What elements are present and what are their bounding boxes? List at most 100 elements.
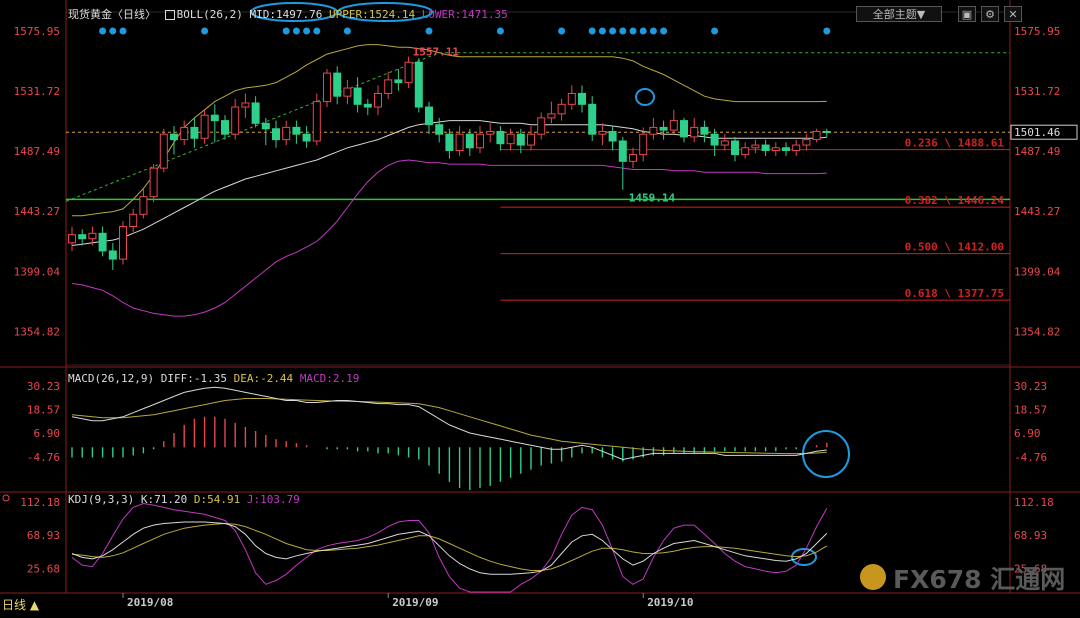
- candle-up: [149, 167, 158, 198]
- candle-up: [180, 126, 189, 141]
- candle-down: [221, 120, 229, 135]
- chart-stage: 1575.95 1575.95 1531.72 1531.72 1487.49 1487.…: [0, 0, 1080, 614]
- candle-up: [119, 226, 127, 260]
- x-axis-tick: 2019/09: [392, 596, 438, 609]
- kdj-j-line: [71, 502, 828, 593]
- price-axis-tick-left: 1354.82: [14, 325, 60, 338]
- kdj-axis-tick-left: 25.68: [27, 562, 60, 575]
- candle-up: [741, 147, 750, 156]
- candle-up: [312, 101, 321, 142]
- candle-up: [792, 144, 801, 151]
- candle-down: [496, 130, 505, 145]
- signal-dot: [201, 27, 209, 35]
- candle-down: [782, 147, 790, 151]
- instrument-name: 现货黄金: [68, 8, 112, 21]
- candle-down: [302, 133, 311, 142]
- signal-dot: [425, 27, 433, 35]
- kdj-k-line: [71, 521, 828, 575]
- signal-dot: [119, 27, 127, 35]
- candle-up: [159, 133, 168, 169]
- signal-dot: [639, 27, 647, 35]
- macd-dea: DEA:-2.44: [233, 372, 294, 385]
- macd-diff: DIFF:-1.35: [160, 372, 227, 385]
- theme-select-button[interactable]: 全部主题▼: [856, 6, 942, 22]
- candle-up: [323, 72, 331, 103]
- candle-down: [465, 133, 474, 149]
- restore-icon[interactable]: ▣: [958, 6, 976, 22]
- macd-axis-tick-right: -4.76: [1014, 451, 1047, 464]
- price-pane-frame: [65, 11, 1011, 366]
- candle-down: [731, 140, 739, 156]
- kdj-axis-tick-left: 68.93: [27, 529, 60, 542]
- current-price-label: 1501.46: [1014, 126, 1060, 139]
- candle-up: [720, 140, 729, 146]
- candle-up: [751, 144, 760, 149]
- candle-down: [445, 133, 454, 151]
- kdj-legend: KDJ(9,3,3) K:71.20 D:54.91 J:103.79: [68, 493, 300, 506]
- candle-down: [98, 232, 107, 252]
- candle-down: [292, 126, 301, 135]
- period-button[interactable]: 日线 ▲: [2, 596, 39, 613]
- signal-dot: [343, 27, 351, 35]
- candle-down: [333, 72, 342, 97]
- macd-dea-line: [71, 398, 827, 455]
- signal-dot: [99, 27, 107, 35]
- candle-down: [363, 103, 372, 108]
- chart-canvas: 1575.95 1575.95 1531.72 1531.72 1487.49 1487.…: [0, 0, 1080, 609]
- candle-up: [282, 126, 291, 141]
- pane-marker-icon: [2, 494, 10, 502]
- candle-up: [649, 126, 658, 135]
- candle-down: [425, 106, 433, 126]
- candle-down: [251, 102, 260, 124]
- candle-down: [210, 114, 219, 122]
- candle-up: [139, 196, 148, 215]
- signal-dot: [711, 27, 719, 35]
- close-icon[interactable]: ✕: [1004, 6, 1022, 22]
- kdj-d-line: [71, 522, 828, 571]
- signal-dot: [496, 27, 504, 35]
- candle-up: [384, 79, 393, 94]
- candle-up: [200, 114, 209, 139]
- candle-down: [588, 103, 597, 135]
- boll-name: BOLL(26,2): [176, 8, 243, 21]
- macd-axis-tick-right: 18.57: [1014, 404, 1047, 417]
- candle-up: [343, 87, 352, 97]
- signal-dot: [619, 27, 627, 35]
- candle-down: [761, 144, 770, 151]
- kdj-j: J:103.79: [246, 493, 300, 506]
- signal-dot: [629, 27, 637, 35]
- candle-down: [516, 133, 525, 146]
- candle-down: [435, 124, 444, 135]
- signal-dot: [588, 27, 596, 35]
- candle-up: [629, 154, 637, 162]
- candle-up: [771, 147, 780, 151]
- candle-down: [659, 126, 668, 131]
- kdj-axis-tick-right: 68.93: [1014, 529, 1047, 542]
- resistance-trendline: [65, 52, 440, 202]
- candle-down: [190, 126, 199, 139]
- candle-up: [557, 103, 566, 115]
- price-axis-tick-right: 1531.72: [1014, 85, 1060, 98]
- kdj-name: KDJ(9,3,3): [68, 493, 135, 506]
- fib-level-label: 0.618 \ 1377.75: [905, 287, 1004, 300]
- signal-dot: [109, 27, 117, 35]
- price-axis-tick-right: 1575.95: [1014, 25, 1060, 38]
- fib-level-label: 0.382 \ 1446.24: [905, 194, 1005, 207]
- highlight-macd-circle: [802, 430, 850, 478]
- boll-upper: UPPER:1524.14: [328, 8, 416, 21]
- candle-up: [129, 213, 138, 228]
- candle-down: [710, 133, 719, 146]
- candle-up: [669, 120, 678, 131]
- signal-dot: [558, 27, 566, 35]
- price-axis-tick-right: 1443.27: [1014, 205, 1060, 218]
- settings-icon[interactable]: ⚙: [981, 6, 999, 22]
- candle-up: [404, 61, 413, 84]
- fib-level-label: 0.236 \ 1488.61: [905, 137, 1005, 150]
- candle-up: [802, 139, 811, 146]
- candle-down: [608, 130, 617, 142]
- macd-axis-tick-left: 30.23: [27, 380, 60, 393]
- candle-up: [241, 102, 250, 108]
- boll-lower: LOWER:1471.35: [421, 8, 508, 21]
- indicator-toggle-icon[interactable]: [164, 10, 175, 20]
- candle-down: [414, 61, 423, 108]
